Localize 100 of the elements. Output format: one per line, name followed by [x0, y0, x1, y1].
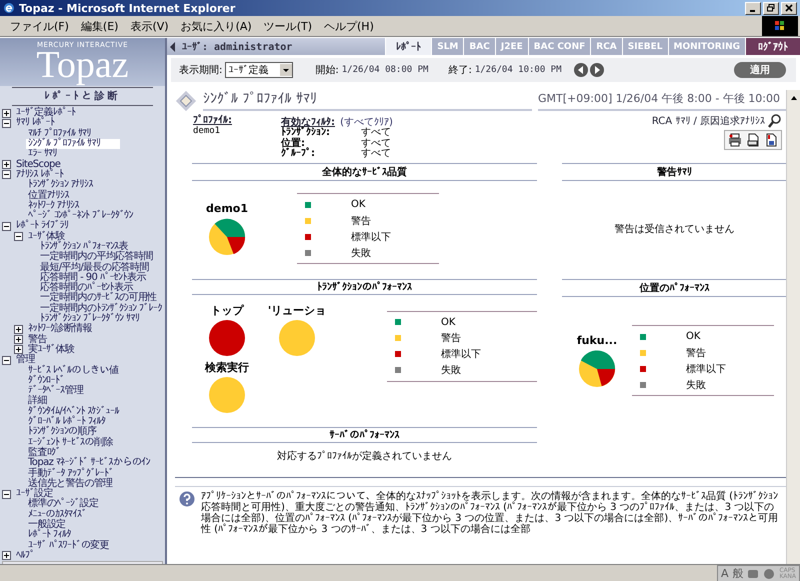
expand-toggle[interactable] — [2, 160, 11, 170]
filter-value: すべて — [361, 138, 391, 148]
transaction-name: トップ — [210, 302, 244, 318]
menu-item[interactable]: 表示(V) — [124, 18, 175, 34]
section-header: ｻｰﾊﾞのﾊﾟﾌｫｰﾏﾝｽ — [192, 426, 537, 442]
expand-toggle[interactable] — [2, 356, 11, 365]
tree-item[interactable]: ｼﾝｸﾞﾙ ﾌﾟﾛﾌｧｲﾙ ｻﾏﾘ — [26, 139, 120, 150]
tree-item[interactable]: 詳細 — [26, 396, 49, 406]
tree-item[interactable]: SiteScope — [14, 160, 62, 170]
expand-toggle[interactable] — [2, 170, 11, 180]
filter-name: 位置: — [281, 138, 305, 148]
tree-item[interactable]: 警告 — [26, 334, 49, 345]
tree-item[interactable]: ﾚﾎﾟｰﾄ ﾗｲﾌﾞﾗﾘ — [14, 221, 70, 232]
expand-toggle[interactable] — [14, 324, 23, 334]
input-mode-label[interactable]: 般 — [732, 566, 744, 581]
menu-item[interactable]: ツール(T) — [258, 18, 318, 34]
previous-button-icon[interactable] — [574, 63, 588, 77]
tree-item[interactable]: 管理 — [14, 355, 37, 366]
printer-icon[interactable] — [728, 133, 742, 147]
tree-item[interactable]: 一定時間内の平均応答時間 — [38, 252, 155, 262]
tool-icon[interactable] — [747, 568, 760, 580]
collapse-arrow-icon[interactable] — [170, 42, 176, 52]
tree-item[interactable]: ｱﾅﾘｼｽ ﾚﾎﾟｰﾄ — [14, 170, 66, 180]
document-icon[interactable] — [746, 133, 760, 147]
tree-item[interactable]: ﾄﾗﾝｻﾞｸｼｮﾝ ﾊﾟﾌｫｰﾏﾝｽ表 — [38, 242, 130, 252]
menu-item[interactable]: 編集(E) — [74, 18, 124, 34]
tree-item[interactable]: ｴｰｼﾞｪﾝﾄ ｻｰﾋﾞｽの削除 — [26, 438, 115, 448]
tree-item[interactable]: ﾕｰｻﾞ設定 — [14, 489, 56, 500]
tree-item[interactable]: ﾏﾙﾁ ﾌﾟﾛﾌｧｲﾙ ｻﾏﾘ — [26, 128, 93, 139]
tree-item[interactable]: 送信先と警告の管理 — [26, 478, 115, 489]
start-time: 1/26/04 08:00 PM — [342, 65, 428, 75]
tree-item[interactable]: 一定時間内のﾄﾗﾝｻﾞｸｼｮﾝ ﾌﾞﾚｰｸ — [38, 304, 164, 314]
rca-link[interactable]: RCA ｻﾏﾘ / 原因追求ｱﾅﾘｼｽ — [652, 114, 765, 128]
clear-filters-link[interactable]: (すべてｸﾘｱ) — [340, 117, 393, 128]
user-label: ﾕｰｻﾞ: administrator — [182, 40, 292, 52]
next-button-icon[interactable] — [590, 63, 604, 77]
restore-button[interactable] — [763, 2, 779, 14]
location-name: fuku... — [576, 334, 618, 346]
expand-toggle[interactable] — [2, 222, 11, 231]
tree-item[interactable]: 一定時間内のｻｰﾋﾞｽの可用性 — [38, 293, 159, 304]
tree-item[interactable]: ｴﾗｰ ｻﾏﾘ — [26, 149, 59, 160]
expand-toggle[interactable] — [14, 345, 23, 354]
tree-item[interactable]: 監査ﾛｸﾞ — [26, 448, 63, 458]
menu-item[interactable]: お気に入り(A) — [174, 18, 258, 34]
tree-item[interactable]: 実ﾕｰｻﾞ体験 — [26, 344, 76, 355]
profile-label: demo1 — [206, 202, 248, 214]
nav-tab[interactable]: ﾛｸﾞｱｳﾄ — [745, 38, 800, 55]
tree-item[interactable]: 標準のﾍﾟｰｼﾞ設定 — [26, 499, 100, 510]
tree-item[interactable]: ﾕｰｻﾞ ﾊﾟｽﾜｰﾄﾞの変更 — [26, 540, 111, 551]
expand-toggle[interactable] — [2, 108, 11, 118]
section-header: 位置のﾊﾟﾌｫｰﾏﾝｽ — [562, 278, 787, 296]
tree-item[interactable]: ﾈｯﾄﾜｰｸ ｱﾅﾘｼｽ — [26, 200, 81, 211]
expand-toggle[interactable] — [14, 335, 23, 344]
legend-label: 警告 — [686, 346, 706, 360]
expand-toggle[interactable] — [2, 118, 11, 128]
tree-item[interactable]: ﾀﾞｳﾝﾛｰﾄﾞ — [26, 376, 66, 386]
period-label: 表示期間: — [179, 64, 222, 77]
magnifier-icon[interactable] — [768, 114, 782, 128]
close-button[interactable] — [781, 2, 797, 14]
apply-button[interactable]: 適用 — [734, 62, 786, 78]
circle-icon[interactable] — [763, 568, 776, 580]
transaction-name: 検索実行 — [205, 360, 249, 374]
window-title: Topaz - Microsoft Internet Explorer — [19, 2, 236, 14]
tree-item[interactable]: 応答時間 - 90 ﾊﾟｰｾﾝﾄ表示 — [38, 272, 148, 283]
filters-link[interactable]: 有効なﾌｨﾙﾀ: — [281, 117, 335, 128]
profile-link[interactable]: ﾌﾟﾛﾌｧｲﾙ: — [193, 114, 281, 126]
end-time: 1/26/04 10:00 PM — [474, 65, 562, 75]
expand-toggle[interactable] — [14, 232, 23, 242]
expand-toggle[interactable] — [2, 490, 11, 499]
time-range: GMT[+09:00] 1/26/04 午後 8:00 - 午後 10:00 — [538, 91, 786, 111]
tree-item[interactable]: ｻﾏﾘ ﾚﾎﾟｰﾄ — [14, 118, 56, 128]
tree-item[interactable]: 位置ｱﾅﾘｼｽ — [26, 190, 71, 201]
minimize-button[interactable] — [745, 2, 761, 14]
expand-toggle[interactable] — [2, 551, 11, 560]
filter-value: すべて — [361, 149, 391, 160]
tree-item[interactable]: ﾍﾙﾌﾟ — [14, 550, 36, 561]
end-label: 終了: — [448, 64, 472, 77]
tree-item[interactable]: ﾃﾞｰﾀﾍﾞｰｽ管理 — [26, 386, 86, 396]
tree-item[interactable]: ﾄﾗﾝｻﾞｸｼｮﾝ ｱﾅﾘｼｽ — [26, 180, 95, 190]
legend-label: 失敗 — [441, 364, 461, 377]
tree-item[interactable]: ﾒﾆｭｰのｶｽﾀﾏｲｽﾞ — [26, 510, 88, 520]
tree-item[interactable]: ﾕｰｻﾞ体験 — [26, 232, 68, 242]
tree-item[interactable]: Topaz ﾏﾈｰｼﾞﾄﾞ ｻｰﾋﾞｽからのｲﾝ — [26, 458, 152, 468]
tree-item[interactable]: ﾀﾞｳﾝﾀｲﾑ/ｲﾍﾞﾝﾄ ｽｹｼﾞｭｰﾙ — [26, 406, 121, 417]
section-header: 全体的なｻｰﾋﾞｽ品質 — [192, 162, 537, 180]
tree-item[interactable]: 最短/平均/最長の応答時間 — [38, 262, 151, 273]
legend-label: 標準以下 — [351, 230, 391, 244]
tree-item[interactable]: ﾈｯﾄﾜｰｸ診断情報 — [26, 324, 94, 334]
period-dropdown[interactable]: ﾕｰｻﾞ定義 — [225, 62, 294, 78]
tree-item[interactable]: 手動ﾃﾞｰﾀ ｱｯﾌﾟｸﾞﾚｰﾄﾞ — [26, 468, 116, 479]
help-icon[interactable] — [179, 490, 195, 506]
input-mode-label[interactable]: A — [720, 567, 728, 580]
menu-item[interactable]: ヘルプ(H) — [318, 18, 380, 34]
nav-tab[interactable]: ﾚﾎﾟｰﾄ — [385, 38, 432, 55]
vertical-scrollbar[interactable] — [786, 90, 800, 564]
tree-item[interactable]: ﾄﾗﾝｻﾞｸｼｮﾝの順序 — [26, 427, 98, 438]
export-document-icon[interactable] — [764, 133, 778, 147]
tree-item[interactable]: ｻｰﾋﾞｽ ﾚﾍﾞﾙのしきい値 — [26, 366, 120, 376]
menu-item[interactable]: ファイル(F) — [4, 18, 75, 34]
tree-item[interactable]: ﾚﾎﾟｰﾄ ﾌｨﾙﾀ — [26, 530, 73, 540]
